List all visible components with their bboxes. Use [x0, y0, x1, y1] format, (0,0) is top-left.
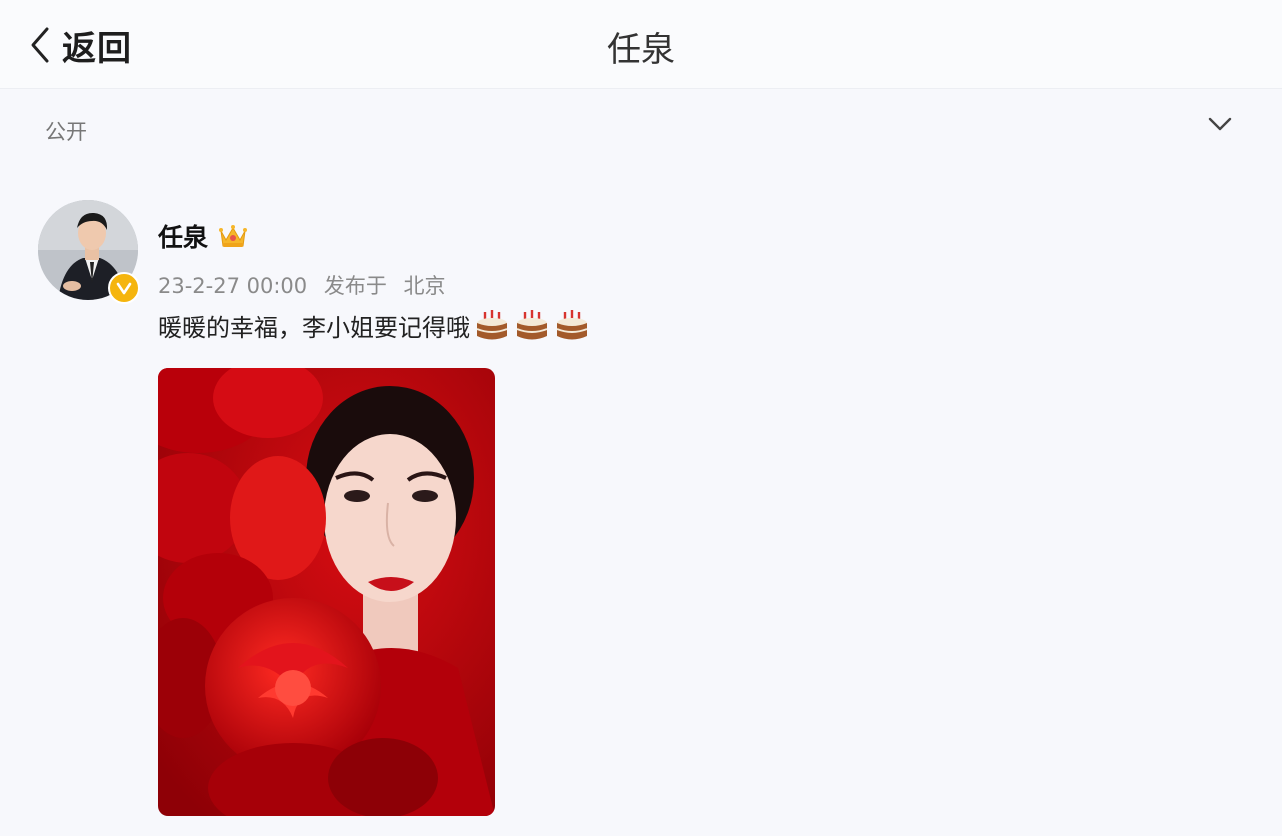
birthday-cake-icon	[516, 309, 548, 339]
page-title: 任泉	[607, 30, 675, 70]
post-card: 任泉 23-2-27 00:00 发布于 北京 暖暖的幸福，李小姐要记得哦	[38, 196, 1238, 836]
post-image[interactable]	[158, 368, 495, 816]
published-label: 发布于	[323, 274, 387, 298]
author-name[interactable]: 任泉	[158, 218, 208, 254]
crown-icon	[219, 225, 248, 247]
visibility-selector[interactable]: 公开	[0, 90, 1282, 170]
visibility-label: 公开	[45, 120, 87, 144]
post-timestamp: 23-2-27 00:00	[158, 274, 308, 298]
post-meta: 23-2-27 00:00 发布于 北京	[158, 270, 456, 300]
post-location: 北京	[403, 274, 446, 298]
author-row: 任泉	[158, 218, 248, 254]
top-navigation-bar: 返回 任泉	[0, 0, 1282, 89]
birthday-cake-icon	[556, 309, 588, 339]
birthday-cake-icon	[476, 309, 508, 339]
post-content: 暖暖的幸福，李小姐要记得哦	[158, 308, 590, 343]
chevron-down-icon[interactable]	[1206, 114, 1234, 134]
verified-badge-icon	[108, 272, 140, 304]
post-text: 暖暖的幸福，李小姐要记得哦	[158, 314, 470, 342]
